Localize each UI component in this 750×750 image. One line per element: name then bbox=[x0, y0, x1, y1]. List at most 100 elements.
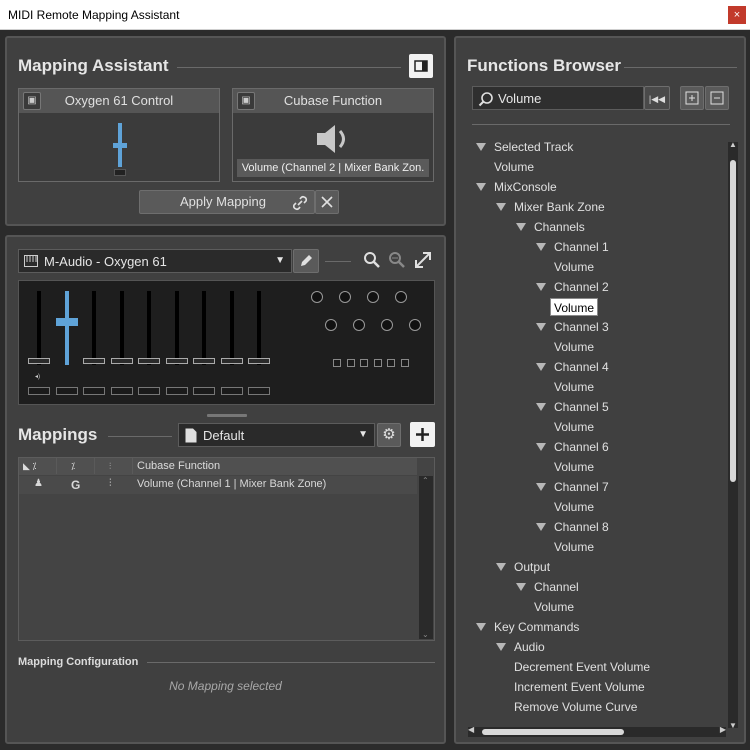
pad-button[interactable] bbox=[110, 387, 133, 395]
controller-fader[interactable] bbox=[110, 121, 130, 177]
table-scrollbar[interactable]: ⌃ ⌄ bbox=[419, 476, 433, 639]
tree-item[interactable]: Volume bbox=[554, 258, 594, 276]
transport-button[interactable] bbox=[333, 359, 341, 367]
fader-cap[interactable] bbox=[248, 357, 270, 364]
tree-h-scrollbar[interactable]: ◀ ▶ bbox=[468, 725, 726, 737]
transport-button[interactable] bbox=[346, 359, 355, 367]
transport-button[interactable] bbox=[400, 359, 409, 367]
tree-scrollbar[interactable]: ▲ ▼ bbox=[728, 140, 738, 730]
transport-button[interactable] bbox=[360, 359, 368, 367]
fader-cap[interactable] bbox=[110, 357, 133, 364]
tree-expand-icon[interactable] bbox=[536, 363, 546, 371]
tree-expand-icon[interactable] bbox=[476, 143, 486, 151]
function-lock-button[interactable]: ▣ bbox=[237, 92, 255, 110]
tree-expand-icon[interactable] bbox=[476, 183, 486, 191]
pad-button[interactable] bbox=[28, 387, 50, 395]
tree-item[interactable]: Channel 1 bbox=[554, 238, 609, 256]
pad-button[interactable] bbox=[193, 387, 215, 395]
tree-h-scroll-thumb[interactable] bbox=[482, 729, 624, 735]
tree-item[interactable]: Channel 6 bbox=[554, 438, 609, 456]
tree-item[interactable]: Volume bbox=[554, 498, 594, 516]
tree-item[interactable]: Volume bbox=[550, 298, 599, 316]
tree-expand-icon[interactable] bbox=[496, 643, 506, 651]
tree-item[interactable]: Audio bbox=[514, 638, 545, 656]
expand-icon[interactable] bbox=[413, 250, 433, 270]
tree-item[interactable]: Selected Track bbox=[494, 138, 573, 156]
tree-item[interactable]: Decrement Event Volume bbox=[514, 658, 650, 676]
search-clear-button[interactable]: |◀◀ bbox=[644, 86, 670, 110]
tree-item[interactable]: Volume bbox=[554, 378, 594, 396]
knob[interactable] bbox=[353, 319, 365, 331]
tree-item[interactable]: Channel bbox=[534, 578, 579, 596]
pad-button[interactable] bbox=[248, 387, 270, 395]
knob[interactable] bbox=[395, 291, 407, 303]
tree-item[interactable]: Increment Event Volume bbox=[514, 678, 645, 696]
tree-item[interactable]: Volume bbox=[554, 458, 594, 476]
controller-lock-button[interactable]: ▣ bbox=[23, 92, 41, 110]
page-settings-button[interactable]: ⚙ bbox=[377, 423, 401, 447]
zoom-out-icon[interactable] bbox=[387, 250, 407, 270]
zoom-in-icon[interactable] bbox=[362, 250, 382, 270]
knob[interactable] bbox=[325, 319, 337, 331]
tree-item[interactable]: Volume bbox=[554, 538, 594, 556]
add-page-button[interactable] bbox=[410, 422, 435, 447]
clear-mapping-button[interactable] bbox=[315, 190, 339, 214]
edit-device-button[interactable] bbox=[293, 249, 319, 273]
resize-handle[interactable] bbox=[207, 414, 247, 417]
tree-expand-icon[interactable] bbox=[536, 483, 546, 491]
tree-item[interactable]: Mixer Bank Zone bbox=[514, 198, 605, 216]
tree-expand-icon[interactable] bbox=[476, 623, 486, 631]
expand-all-button[interactable] bbox=[680, 86, 704, 110]
knob[interactable] bbox=[367, 291, 379, 303]
knob[interactable] bbox=[409, 319, 421, 331]
transport-button[interactable] bbox=[373, 359, 382, 367]
tree-item[interactable]: MixConsole bbox=[494, 178, 557, 196]
tree-expand-icon[interactable] bbox=[516, 583, 526, 591]
pad-button[interactable] bbox=[165, 387, 188, 395]
table-row[interactable]: ♟ G ⫶ Volume (Channel 1 | Mixer Bank Zon… bbox=[19, 476, 417, 494]
apply-mapping-button[interactable]: Apply Mapping bbox=[139, 190, 315, 214]
fader-cap[interactable] bbox=[138, 357, 160, 364]
pad-button[interactable] bbox=[220, 387, 243, 395]
tree-expand-icon[interactable] bbox=[536, 403, 546, 411]
tree-expand-icon[interactable] bbox=[536, 283, 546, 291]
tree-item[interactable]: Channel 2 bbox=[554, 278, 609, 296]
column-header-3[interactable]: ⫶ bbox=[95, 458, 133, 474]
column-header-2[interactable]: ⁒ bbox=[57, 458, 95, 474]
tree-expand-icon[interactable] bbox=[536, 523, 546, 531]
column-header-function[interactable]: Cubase Function bbox=[137, 458, 417, 474]
fader-cap[interactable] bbox=[193, 357, 215, 364]
tree-item[interactable]: Channels bbox=[534, 218, 585, 236]
column-header-1[interactable]: ◣ ⁒ bbox=[19, 458, 57, 474]
tree-scroll-thumb[interactable] bbox=[730, 160, 736, 482]
function-search-input[interactable]: Volume bbox=[472, 86, 644, 110]
tree-item[interactable]: Volume bbox=[494, 158, 534, 176]
tree-expand-icon[interactable] bbox=[536, 443, 546, 451]
tree-expand-icon[interactable] bbox=[536, 323, 546, 331]
tree-item[interactable]: Volume bbox=[534, 598, 574, 616]
knob[interactable] bbox=[311, 291, 323, 303]
pad-button[interactable] bbox=[138, 387, 160, 395]
fader-cap[interactable] bbox=[220, 357, 243, 364]
tree-expand-icon[interactable] bbox=[496, 563, 506, 571]
knob[interactable] bbox=[339, 291, 351, 303]
pad-button[interactable] bbox=[83, 387, 105, 395]
fader-cap[interactable] bbox=[28, 357, 50, 364]
pad-button[interactable] bbox=[55, 387, 78, 395]
tree-item[interactable]: Channel 3 bbox=[554, 318, 609, 336]
tree-expand-icon[interactable] bbox=[516, 223, 526, 231]
tree-item[interactable]: Output bbox=[514, 558, 550, 576]
tree-expand-icon[interactable] bbox=[496, 203, 506, 211]
tree-item[interactable]: Channel 4 bbox=[554, 358, 609, 376]
fader-cap[interactable] bbox=[83, 357, 105, 364]
mapping-page-select[interactable]: Default ▼ bbox=[178, 423, 375, 447]
tree-item[interactable]: Key Commands bbox=[494, 618, 579, 636]
device-select[interactable]: M-Audio - Oxygen 61 ▼ bbox=[18, 249, 292, 273]
fader-cap[interactable] bbox=[165, 357, 188, 364]
tree-item[interactable]: Channel 7 bbox=[554, 478, 609, 496]
tree-item[interactable]: Channel 5 bbox=[554, 398, 609, 416]
fader-cap[interactable] bbox=[55, 317, 78, 326]
tree-item[interactable]: Remove Volume Curve bbox=[514, 698, 637, 716]
tree-item[interactable]: Volume bbox=[554, 338, 594, 356]
tree-expand-icon[interactable] bbox=[536, 243, 546, 251]
